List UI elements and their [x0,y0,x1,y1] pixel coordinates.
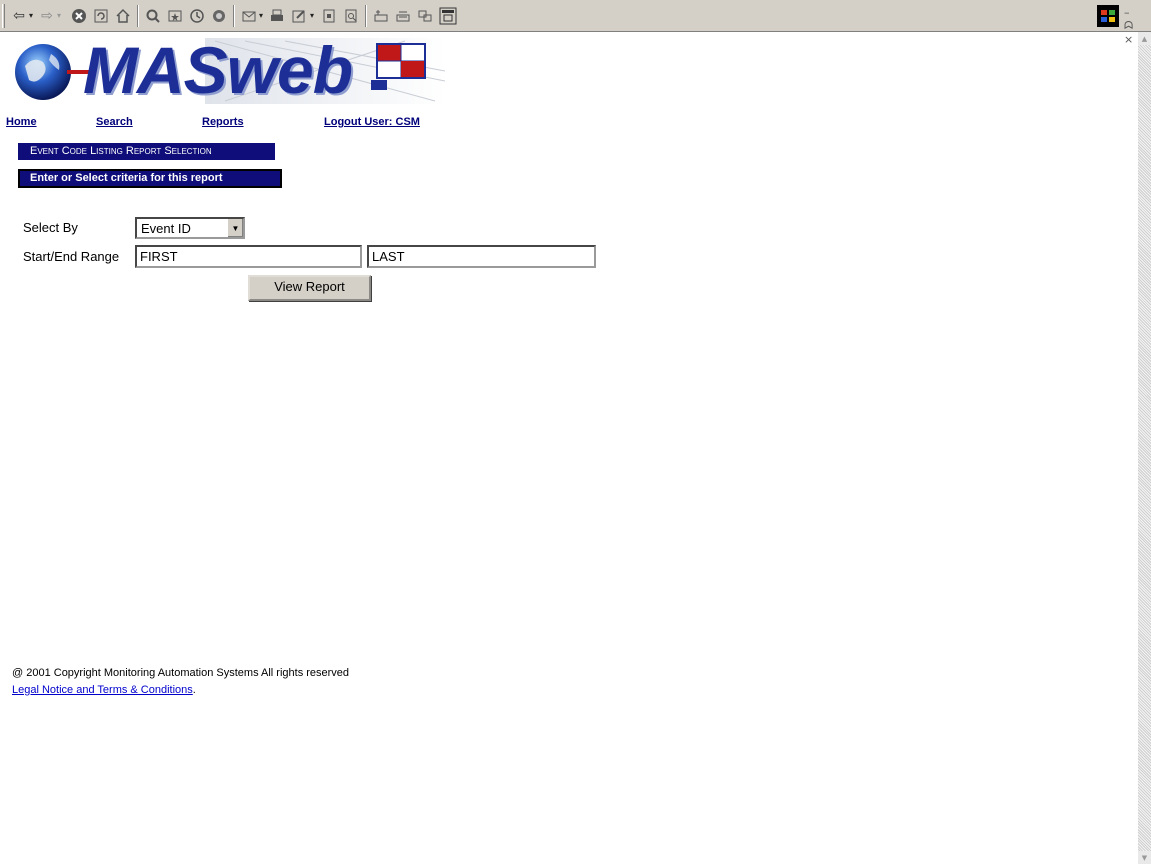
masweb-logo: MASweb [5,36,445,106]
nav-home-link[interactable]: Home [6,116,37,128]
dropdown-arrow-icon[interactable]: ▼ [227,219,243,237]
toolbar-icon-1[interactable] [372,6,390,26]
forward-icon[interactable]: ⇨ [40,6,54,26]
toolbar-separator [137,5,139,27]
nav-search-link[interactable]: Search [96,116,133,128]
edit-dropdown-icon[interactable]: ▾ [310,6,314,26]
preview-icon[interactable] [342,6,360,26]
select-by-value: Event ID [141,221,191,236]
toolbar-icon-3[interactable] [416,6,434,26]
toolbar-separator [233,5,235,27]
select-by-label: Select By [23,220,78,235]
windows-logo-icon [1097,5,1119,27]
browser-toolbar: ⇦ ▾ ⇨ ▾ ▾ ▾ – ᗣ × [0,0,1151,46]
vertical-scrollbar[interactable]: ▲ ▼ [1138,32,1151,864]
forward-dropdown-icon[interactable]: ▾ [57,6,61,26]
discuss-icon[interactable] [320,6,338,26]
view-report-button[interactable]: View Report [248,275,371,301]
fullscreen-icon[interactable] [438,6,458,26]
legal-notice: Legal Notice and Terms & Conditions. [12,684,196,696]
copyright-text: @ 2001 Copyright Monitoring Automation S… [12,667,350,679]
report-title-banner: Event Code Listing Report Selection [18,143,275,160]
history-icon[interactable] [188,6,206,26]
home-icon[interactable] [114,6,132,26]
back-dropdown-icon[interactable]: ▾ [29,6,33,26]
stop-icon[interactable] [70,6,88,26]
search-icon[interactable] [144,6,162,26]
scroll-down-icon[interactable]: ▼ [1138,851,1151,864]
print-icon[interactable] [268,6,286,26]
legal-notice-link[interactable]: Legal Notice and Terms & Conditions [12,684,193,696]
end-range-input[interactable]: LAST [367,245,596,268]
favorites-icon[interactable] [166,6,184,26]
select-by-dropdown[interactable]: Event ID ▼ [135,217,245,239]
nav-reports-link[interactable]: Reports [202,116,244,128]
toolbar-grip [2,4,5,28]
start-range-input[interactable]: FIRST [135,245,362,268]
toolbar-separator [365,5,367,27]
edit-icon[interactable] [290,6,308,26]
channels-icon[interactable] [210,6,228,26]
range-label: Start/End Range [23,249,120,264]
scroll-up-icon[interactable]: ▲ [1138,32,1151,45]
nav-logout-link[interactable]: Logout User: CSM [324,116,420,128]
logo-text: MASweb [83,36,353,106]
legal-suffix: . [192,684,196,696]
mail-dropdown-icon[interactable]: ▾ [259,6,263,26]
toolbar-icon-2[interactable] [394,6,412,26]
instructions-banner: Enter or Select criteria for this report [18,169,282,188]
mail-icon[interactable] [240,6,258,26]
refresh-icon[interactable] [92,6,110,26]
back-icon[interactable]: ⇦ [12,6,26,26]
